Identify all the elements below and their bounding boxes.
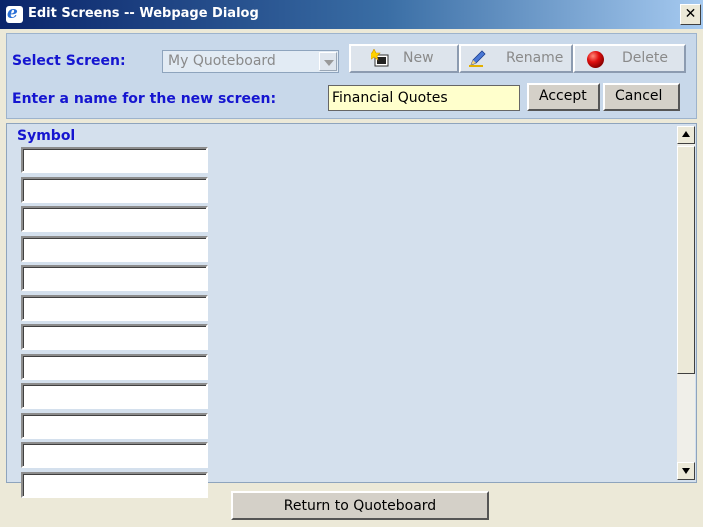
accept-button-label: Accept <box>539 88 587 104</box>
return-button-label: Return to Quoteboard <box>283 498 437 514</box>
arrow-up-icon <box>682 131 690 137</box>
symbol-input[interactable] <box>21 324 208 350</box>
symbol-input[interactable] <box>21 206 208 232</box>
delete-red-dot-icon <box>587 51 604 68</box>
rename-button-label: Rename <box>506 50 564 66</box>
new-button[interactable]: New <box>349 44 459 73</box>
scroll-up-button[interactable] <box>677 126 695 144</box>
symbol-column-header: Symbol <box>17 128 76 144</box>
symbol-input[interactable] <box>21 235 208 262</box>
rename-button[interactable]: Rename <box>459 44 573 73</box>
symbol-input[interactable] <box>21 383 208 409</box>
symbol-input[interactable] <box>21 442 208 468</box>
close-button[interactable]: ✕ <box>680 4 701 25</box>
new-button-label: New <box>403 50 434 66</box>
rename-pencil-icon <box>469 50 486 67</box>
title-bar: e Edit Screens -- Webpage Dialog ✕ <box>0 0 703 29</box>
internet-explorer-icon: e <box>6 3 23 23</box>
cancel-button[interactable]: Cancel <box>603 83 680 111</box>
scroll-down-button[interactable] <box>677 462 695 480</box>
cancel-button-label: Cancel <box>615 88 663 104</box>
new-screen-icon <box>371 49 389 67</box>
screen-select-value: My Quoteboard <box>168 53 276 69</box>
return-to-quoteboard-button[interactable]: Return to Quoteboard <box>231 491 489 520</box>
symbol-list-area: Symbol <box>6 123 697 498</box>
new-screen-name-input[interactable]: Financial Quotes <box>328 85 520 111</box>
screen-select[interactable]: My Quoteboard <box>162 50 339 73</box>
accept-button[interactable]: Accept <box>527 83 600 111</box>
chevron-down-icon[interactable] <box>319 52 337 71</box>
new-screen-name-value: Financial Quotes <box>332 90 448 106</box>
symbol-input[interactable] <box>21 176 208 203</box>
symbol-input[interactable] <box>21 353 208 380</box>
symbol-input[interactable] <box>21 265 208 291</box>
vertical-scrollbar[interactable] <box>677 126 695 480</box>
symbol-input[interactable] <box>21 147 208 173</box>
symbol-input[interactable] <box>21 471 208 498</box>
symbol-input[interactable] <box>21 412 208 439</box>
delete-button[interactable]: Delete <box>573 44 686 73</box>
symbol-input[interactable] <box>21 294 208 321</box>
arrow-down-icon <box>682 468 690 474</box>
edit-screens-dialog: e Edit Screens -- Webpage Dialog ✕ Selec… <box>0 0 703 527</box>
window-title: Edit Screens -- Webpage Dialog <box>28 6 259 21</box>
scrollbar-thumb[interactable] <box>677 146 695 374</box>
screen-controls-panel: Select Screen: My Quoteboard New Rename <box>6 33 697 119</box>
delete-button-label: Delete <box>622 50 668 66</box>
close-icon: ✕ <box>684 6 697 22</box>
new-screen-name-label: Enter a name for the new screen: <box>12 91 277 107</box>
select-screen-label: Select Screen: <box>12 53 126 69</box>
